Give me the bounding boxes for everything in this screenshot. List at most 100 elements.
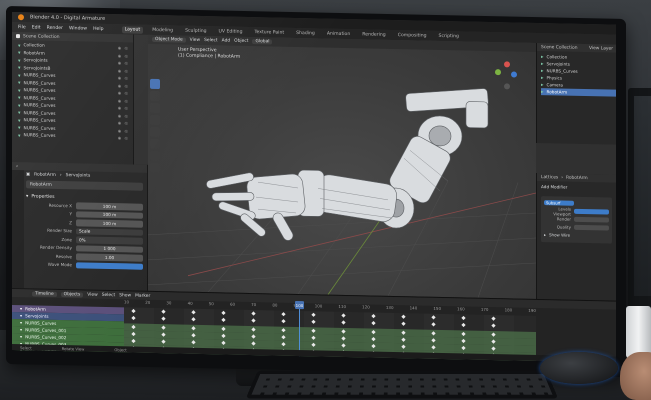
keyframe-diamond[interactable]	[281, 319, 286, 324]
object-name-field[interactable]: RobotArm	[26, 180, 143, 191]
timeline-mode-select[interactable]: Objects	[60, 291, 84, 297]
keyframe-diamond[interactable]	[431, 338, 436, 343]
keyframe-diamond[interactable]	[401, 314, 406, 319]
visibility-icon[interactable]: ◉ ◎	[118, 90, 129, 95]
robot-arm-model[interactable]	[206, 82, 489, 246]
keyframe-diamond[interactable]	[251, 334, 256, 339]
keyframe-diamond[interactable]	[341, 313, 346, 318]
property-value-field[interactable]	[76, 261, 143, 270]
keyframe-diamond[interactable]	[191, 326, 196, 331]
keyframe-diamond[interactable]	[371, 343, 376, 349]
keyframe-diamond[interactable]	[401, 321, 406, 326]
keyframe-diamond[interactable]	[191, 317, 196, 322]
keyframe-diamond[interactable]	[191, 310, 196, 315]
keyframe-diamond[interactable]	[371, 320, 376, 326]
zoom-icon[interactable]	[504, 83, 510, 90]
visibility-icon[interactable]: ◉ ◎	[118, 135, 129, 140]
keyframe-diamond[interactable]	[281, 335, 286, 340]
timeline-menu-select[interactable]: Select	[102, 292, 116, 297]
toggle-label[interactable]: Show Wire	[549, 232, 570, 237]
visibility-icon[interactable]: ◉ ◎	[118, 75, 129, 80]
keyframe-diamond[interactable]	[401, 337, 406, 342]
scale-tool-icon[interactable]	[150, 126, 160, 138]
timeline-menu-marker[interactable]: Marker	[135, 293, 150, 298]
visibility-icon[interactable]: ◉ ◎	[118, 105, 129, 110]
gizmo-z-icon[interactable]	[511, 71, 517, 78]
keyframe-diamond[interactable]	[491, 346, 496, 351]
property-value-field[interactable]: 100 m	[76, 219, 143, 228]
visibility-icon[interactable]: ◉ ◎	[118, 83, 129, 88]
keyframe-diamond[interactable]	[191, 333, 196, 338]
scene-item[interactable]: ▸ RobotArm	[541, 88, 616, 97]
keyframe-diamond[interactable]	[221, 310, 226, 316]
keyframe-diamond[interactable]	[251, 341, 256, 346]
keyframe-diamond[interactable]	[161, 325, 166, 330]
tab-texture-paint[interactable]: Texture Paint	[252, 29, 288, 37]
keyframe-diamond[interactable]	[311, 328, 316, 333]
keyframe-diamond[interactable]	[161, 339, 166, 344]
menu-edit[interactable]: Edit	[32, 25, 41, 30]
menu-help[interactable]: Help	[93, 26, 103, 31]
keyframe-diamond[interactable]	[311, 312, 316, 317]
property-value-field[interactable]: 100 m	[76, 210, 143, 219]
keyframe-diamond[interactable]	[281, 342, 286, 347]
keyframe-diamond[interactable]	[131, 324, 136, 330]
tab-layout[interactable]: Layout	[121, 25, 144, 34]
keyframe-diamond[interactable]	[431, 331, 436, 336]
keyframe-diamond[interactable]	[161, 309, 166, 314]
keyframe-diamond[interactable]	[251, 311, 256, 316]
menu-window[interactable]: Window	[69, 26, 87, 31]
property-value-field[interactable]: 0%	[76, 236, 143, 245]
crumb-data[interactable]: ServoJoints	[66, 173, 91, 179]
transform-tool-icon[interactable]	[150, 138, 160, 150]
keyframe-diamond[interactable]	[341, 329, 346, 334]
keyframe-diamond[interactable]	[461, 338, 466, 344]
crumb-object[interactable]: RobotArm	[34, 172, 56, 177]
tab-sculpting[interactable]: Sculpting	[182, 27, 209, 35]
keyframe-diamond[interactable]	[461, 315, 466, 321]
keyframe-diamond[interactable]	[221, 317, 226, 323]
keyframe-diamond[interactable]	[341, 320, 346, 325]
keyframe-diamond[interactable]	[251, 318, 256, 323]
keyframe-diamond[interactable]	[251, 327, 256, 332]
cursor-tool-icon[interactable]	[150, 90, 160, 102]
current-frame-indicator[interactable]: 100	[295, 300, 304, 310]
select-box-tool-icon[interactable]	[150, 78, 160, 90]
modifier-row-value[interactable]	[574, 224, 609, 231]
keyframe-diamond[interactable]	[431, 322, 436, 327]
timeline-menu-show[interactable]: Show	[119, 293, 131, 298]
keyframe-diamond[interactable]	[491, 323, 496, 328]
outliner-item[interactable]: ▾ NURBS_Curves ◉ ◎	[18, 132, 133, 142]
keyframe-diamond[interactable]	[461, 345, 466, 351]
move-tool-icon[interactable]	[150, 102, 160, 114]
measure-tool-icon[interactable]	[150, 162, 160, 174]
tab-compositing[interactable]: Compositing	[395, 32, 430, 40]
rotate-tool-icon[interactable]	[150, 114, 160, 126]
tab-scripting[interactable]: Scripting	[436, 32, 462, 40]
tab-modeling[interactable]: Modeling	[149, 26, 176, 34]
tab-animation[interactable]: Animation	[324, 30, 353, 38]
keyframe-diamond[interactable]	[461, 331, 466, 337]
modifier-row-value[interactable]	[574, 208, 609, 215]
visibility-icon[interactable]: ◉ ◎	[118, 98, 129, 103]
keyframe-diamond[interactable]	[461, 322, 466, 328]
keyframe-diamond[interactable]	[221, 333, 226, 339]
modifier-row-value[interactable]	[574, 216, 609, 223]
keyframe-diamond[interactable]	[131, 315, 136, 321]
gizmo-x-icon[interactable]	[504, 61, 510, 68]
property-value-field[interactable]: 1.00	[76, 253, 143, 262]
keyframe-diamond[interactable]	[161, 316, 166, 321]
keyframe-diamond[interactable]	[281, 312, 286, 317]
keyframe-diamond[interactable]	[491, 332, 496, 337]
keyframe-diamond[interactable]	[311, 335, 316, 340]
view-layer-label[interactable]: View Layer	[589, 46, 613, 52]
crumb-lattices[interactable]: Lattices	[541, 175, 558, 180]
keyframe-diamond[interactable]	[341, 336, 346, 341]
property-value-field[interactable]: Scale	[76, 227, 143, 236]
keyframe-diamond[interactable]	[311, 342, 316, 347]
crumb-robotarm[interactable]: RobotArm	[566, 175, 588, 180]
visibility-icon[interactable]: ◉ ◎	[118, 68, 129, 73]
keyframe-diamond[interactable]	[401, 344, 406, 349]
property-value-field[interactable]: 100 m	[76, 202, 143, 211]
tab-rendering[interactable]: Rendering	[359, 31, 388, 39]
